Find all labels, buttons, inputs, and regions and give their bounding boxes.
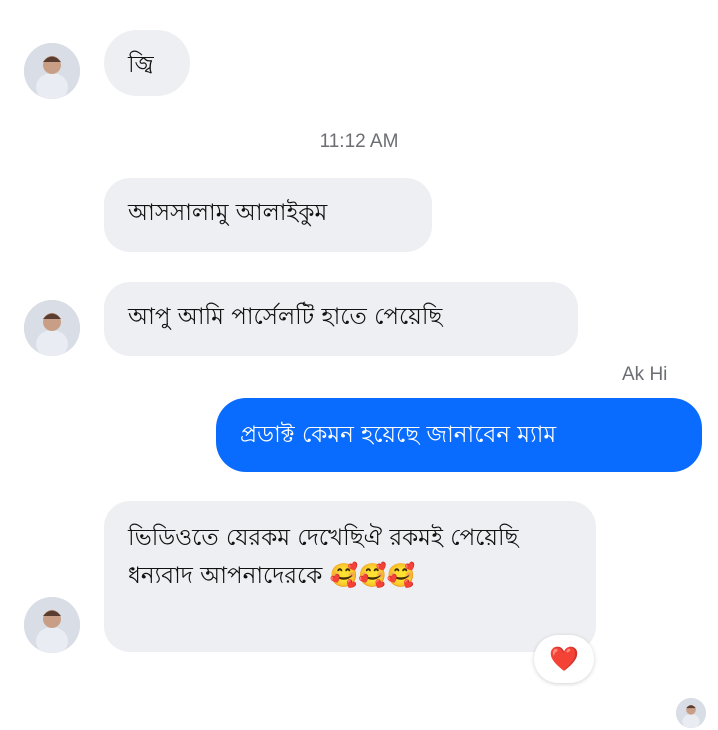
contact-avatar[interactable] bbox=[24, 300, 80, 356]
message-text: আসসালামু আলাইকুম bbox=[128, 200, 328, 226]
message-text: আপু আমি পার্সেলটি হাতে পেয়েছি bbox=[128, 304, 443, 330]
avatar-photo-icon bbox=[24, 597, 80, 653]
heart-reaction-badge[interactable]: ❤️ bbox=[534, 635, 594, 683]
contact-avatar[interactable] bbox=[24, 597, 80, 653]
message-timestamp: 11:12 AM bbox=[319, 131, 399, 152]
heart-icon: ❤️ bbox=[549, 645, 579, 673]
sender-name: Ak Hi bbox=[622, 364, 668, 385]
avatar-photo-icon bbox=[676, 698, 706, 728]
message-text: প্রডাক্ট কেমন হয়েছে জানাবেন ম্যাম bbox=[240, 422, 557, 448]
avatar-photo-icon bbox=[24, 300, 80, 356]
seen-indicator-avatar bbox=[676, 698, 706, 728]
contact-avatar[interactable] bbox=[24, 43, 80, 99]
incoming-message-bubble[interactable]: জ্বি bbox=[104, 30, 190, 96]
incoming-message-bubble[interactable]: আপু আমি পার্সেলটি হাতে পেয়েছি bbox=[104, 282, 578, 356]
outgoing-message-bubble[interactable]: প্রডাক্ট কেমন হয়েছে জানাবেন ম্যাম bbox=[216, 398, 702, 472]
incoming-message-bubble[interactable]: আসসালামু আলাইকুম bbox=[104, 178, 432, 252]
message-text: জ্বি bbox=[128, 52, 154, 78]
incoming-message-bubble[interactable]: ভিডিওতে যেরকম দেখেছিঐ রকমই পেয়েছি ধন্যব… bbox=[104, 501, 596, 652]
avatar-photo-icon bbox=[24, 43, 80, 99]
message-text: ভিডিওতে যেরকম দেখেছিঐ রকমই পেয়েছি ধন্যব… bbox=[128, 525, 519, 589]
